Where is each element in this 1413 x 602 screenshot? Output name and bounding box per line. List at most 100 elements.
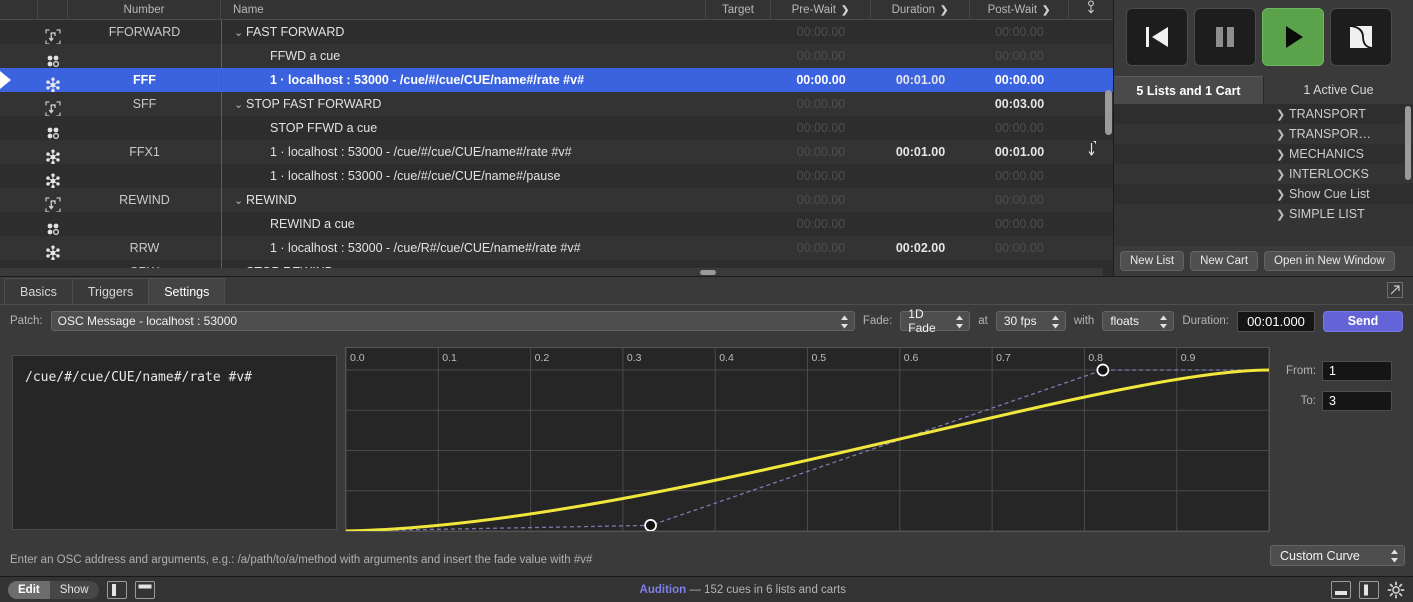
row-selector[interactable] [0, 68, 38, 92]
cue-name-cell[interactable]: ⌄REWIND [221, 188, 706, 212]
disclosure-triangle-icon[interactable]: ⌄ [234, 261, 246, 268]
pause-button[interactable] [1194, 8, 1256, 66]
go-button[interactable] [1262, 8, 1324, 66]
chevron-right-icon[interactable]: ❯ [1276, 145, 1289, 165]
settings-button[interactable] [1387, 581, 1405, 599]
cue-number[interactable]: FFORWARD [68, 20, 221, 44]
fade-curve-graph[interactable]: 0.00.10.20.30.40.50.60.70.80.9 [345, 347, 1270, 532]
tab-lists-and-carts[interactable]: 5 Lists and 1 Cart [1114, 76, 1263, 104]
row-selector[interactable] [0, 164, 38, 188]
header-name[interactable]: Name [221, 0, 706, 20]
cue-vertical-scrollbar[interactable] [1103, 90, 1113, 276]
expand-inspector-button[interactable] [1385, 280, 1405, 300]
cue-name-cell[interactable]: FFWD a cue [221, 44, 706, 68]
cue-postwait[interactable]: 00:00.00 [970, 44, 1069, 68]
new-cart-button[interactable]: New Cart [1190, 251, 1258, 271]
cue-prewait[interactable]: 00:00.00 [771, 236, 871, 260]
curve-plot[interactable] [346, 348, 1269, 531]
row-selector[interactable] [0, 44, 38, 68]
chevron-right-icon[interactable]: ❯ [1276, 205, 1289, 225]
cue-target[interactable] [706, 236, 771, 260]
cue-flags[interactable] [1069, 20, 1113, 44]
cue-duration[interactable] [871, 116, 970, 140]
table-row[interactable]: REWIND⌄REWIND00:00.0000:00.00 [0, 188, 1113, 212]
cue-name-cell[interactable]: 1 · localhost : 53000 - /cue/#/cue/CUE/n… [221, 68, 706, 92]
cue-flags[interactable] [1069, 68, 1113, 92]
list-item[interactable]: ❯SIMPLE LIST [1266, 204, 1413, 224]
cue-target[interactable] [706, 44, 771, 68]
panel-side-button[interactable] [1359, 581, 1379, 599]
cue-flags[interactable] [1069, 44, 1113, 68]
list-item[interactable]: ❯TRANSPOR… [1266, 124, 1413, 144]
cue-duration[interactable] [871, 188, 970, 212]
chevron-right-icon[interactable]: ❯ [1276, 105, 1289, 125]
table-row[interactable]: FFF1 · localhost : 53000 - /cue/#/cue/CU… [0, 68, 1113, 92]
edit-show-toggle[interactable]: Edit Show [8, 581, 99, 599]
sidebar-left-toggle[interactable] [107, 581, 127, 599]
table-row[interactable]: REWIND a cue00:00.0000:00.00 [0, 212, 1113, 236]
cue-target[interactable] [706, 188, 771, 212]
scrollbar-thumb[interactable] [1105, 90, 1112, 135]
cue-postwait[interactable]: 00:03.00 [970, 92, 1069, 116]
cue-postwait[interactable]: 00:00.00 [970, 20, 1069, 44]
patch-select[interactable]: OSC Message - localhost : 53000 [51, 311, 855, 331]
fade-type-select[interactable]: 1D Fade [900, 311, 970, 331]
list-item[interactable]: ❯MECHANICS [1266, 144, 1413, 164]
value-type-select[interactable]: floats [1102, 311, 1174, 331]
cue-name-cell[interactable]: STOP FFWD a cue [221, 116, 706, 140]
table-row[interactable]: FFWD a cue 00:00.00 00:00.00 [0, 44, 1113, 68]
panel-bottom-toggle[interactable] [135, 581, 155, 599]
tab-triggers[interactable]: Triggers [72, 278, 149, 304]
cue-number[interactable]: FFF [68, 68, 221, 92]
cue-prewait[interactable]: 00:00.00 [771, 188, 871, 212]
cue-number[interactable] [68, 116, 221, 140]
cue-name-cell[interactable]: 1 · localhost : 53000 - /cue/R#/cue/CUE/… [221, 236, 706, 260]
from-field[interactable]: 1 [1322, 361, 1392, 381]
cue-prewait[interactable]: 00:00.00 [771, 116, 871, 140]
table-row[interactable]: FFX11 · localhost : 53000 - /cue/#/cue/C… [0, 140, 1113, 164]
cue-number[interactable]: RRW [68, 236, 221, 260]
cue-target[interactable] [706, 92, 771, 116]
table-row[interactable]: STOP FFWD a cue00:00.0000:00.00 [0, 116, 1113, 140]
cue-duration[interactable] [871, 20, 970, 44]
row-selector[interactable] [0, 140, 38, 164]
scrollbar-thumb[interactable] [700, 270, 716, 275]
cue-prewait[interactable]: 00:00.00 [771, 212, 871, 236]
table-row[interactable]: SRW⌄STOP REWIND [0, 260, 1113, 268]
cue-duration[interactable]: 00:01.00 [871, 140, 970, 164]
row-selector[interactable] [0, 92, 38, 116]
cue-duration[interactable]: 00:02.00 [871, 236, 970, 260]
cue-duration[interactable]: 00:01.00 [871, 68, 970, 92]
table-row[interactable]: 1 · localhost : 53000 - /cue/#/cue/CUE/n… [0, 164, 1113, 188]
cue-prewait[interactable]: 00:00.00 [771, 44, 871, 68]
cue-rows-container[interactable]: FFORWARD⌄FAST FORWARD00:00.0000:00.00FFW… [0, 20, 1113, 268]
cue-prewait[interactable] [771, 260, 871, 268]
cue-postwait[interactable] [970, 260, 1069, 268]
previous-button[interactable] [1126, 8, 1188, 66]
chevron-right-icon[interactable]: ❯ [1276, 185, 1289, 205]
row-selector[interactable] [0, 116, 38, 140]
chevron-right-icon[interactable]: ❯ [1276, 125, 1289, 145]
cue-name-cell[interactable]: 1 · localhost : 53000 - /cue/#/cue/CUE/n… [221, 140, 706, 164]
cue-postwait[interactable]: 00:00.00 [970, 68, 1069, 92]
cue-duration[interactable] [871, 92, 970, 116]
header-prewait[interactable]: Pre-Wait❯ [771, 0, 871, 20]
cue-prewait[interactable]: 00:00.00 [771, 164, 871, 188]
cue-postwait[interactable]: 00:01.00 [970, 140, 1069, 164]
cue-list-table[interactable]: Number Name Target Pre-Wait❯ Duration❯ P… [0, 0, 1113, 276]
header-number[interactable]: Number [68, 0, 221, 20]
cue-number[interactable] [68, 212, 221, 236]
table-row[interactable]: FFORWARD⌄FAST FORWARD00:00.0000:00.00 [0, 20, 1113, 44]
cue-target[interactable] [706, 116, 771, 140]
cue-prewait[interactable]: 00:00.00 [771, 20, 871, 44]
send-button[interactable]: Send [1323, 311, 1403, 332]
tab-basics[interactable]: Basics [4, 278, 73, 304]
cue-number[interactable]: SRW [68, 260, 221, 268]
cue-target[interactable] [706, 20, 771, 44]
cue-number[interactable]: REWIND [68, 188, 221, 212]
cue-postwait[interactable]: 00:00.00 [970, 212, 1069, 236]
cue-duration[interactable] [871, 260, 970, 268]
list-item[interactable]: ❯INTERLOCKS [1266, 164, 1413, 184]
cue-target[interactable] [706, 164, 771, 188]
cue-prewait[interactable]: 00:00.00 [771, 92, 871, 116]
